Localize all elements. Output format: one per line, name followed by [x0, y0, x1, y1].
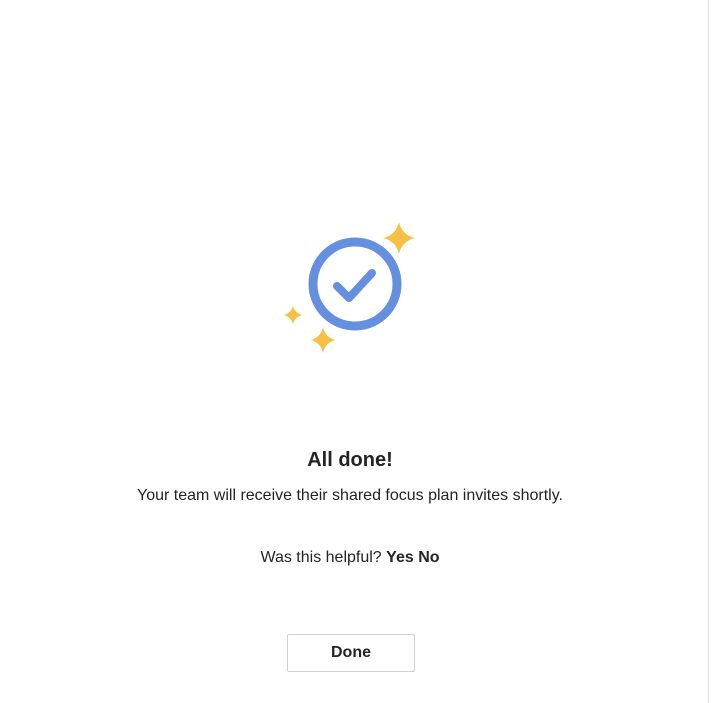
completion-page: All done! Your team will receive their s…	[0, 0, 711, 703]
window-edge-divider	[708, 0, 709, 703]
success-illustration	[284, 222, 415, 353]
done-button[interactable]: Done	[287, 634, 415, 672]
sparkle-icon	[311, 327, 335, 353]
sparkle-icon	[383, 222, 415, 254]
feedback-question: Was this helpful?	[260, 549, 382, 566]
sparkle-icon	[284, 306, 302, 324]
check-circle-icon	[308, 237, 402, 331]
success-title: All done!	[307, 449, 393, 471]
feedback-prompt: Was this helpful? Yes No	[0, 547, 700, 569]
feedback-yes-link[interactable]: Yes	[386, 549, 414, 566]
feedback-no-link[interactable]: No	[418, 549, 439, 566]
success-message: Your team will receive their shared focu…	[137, 487, 563, 504]
